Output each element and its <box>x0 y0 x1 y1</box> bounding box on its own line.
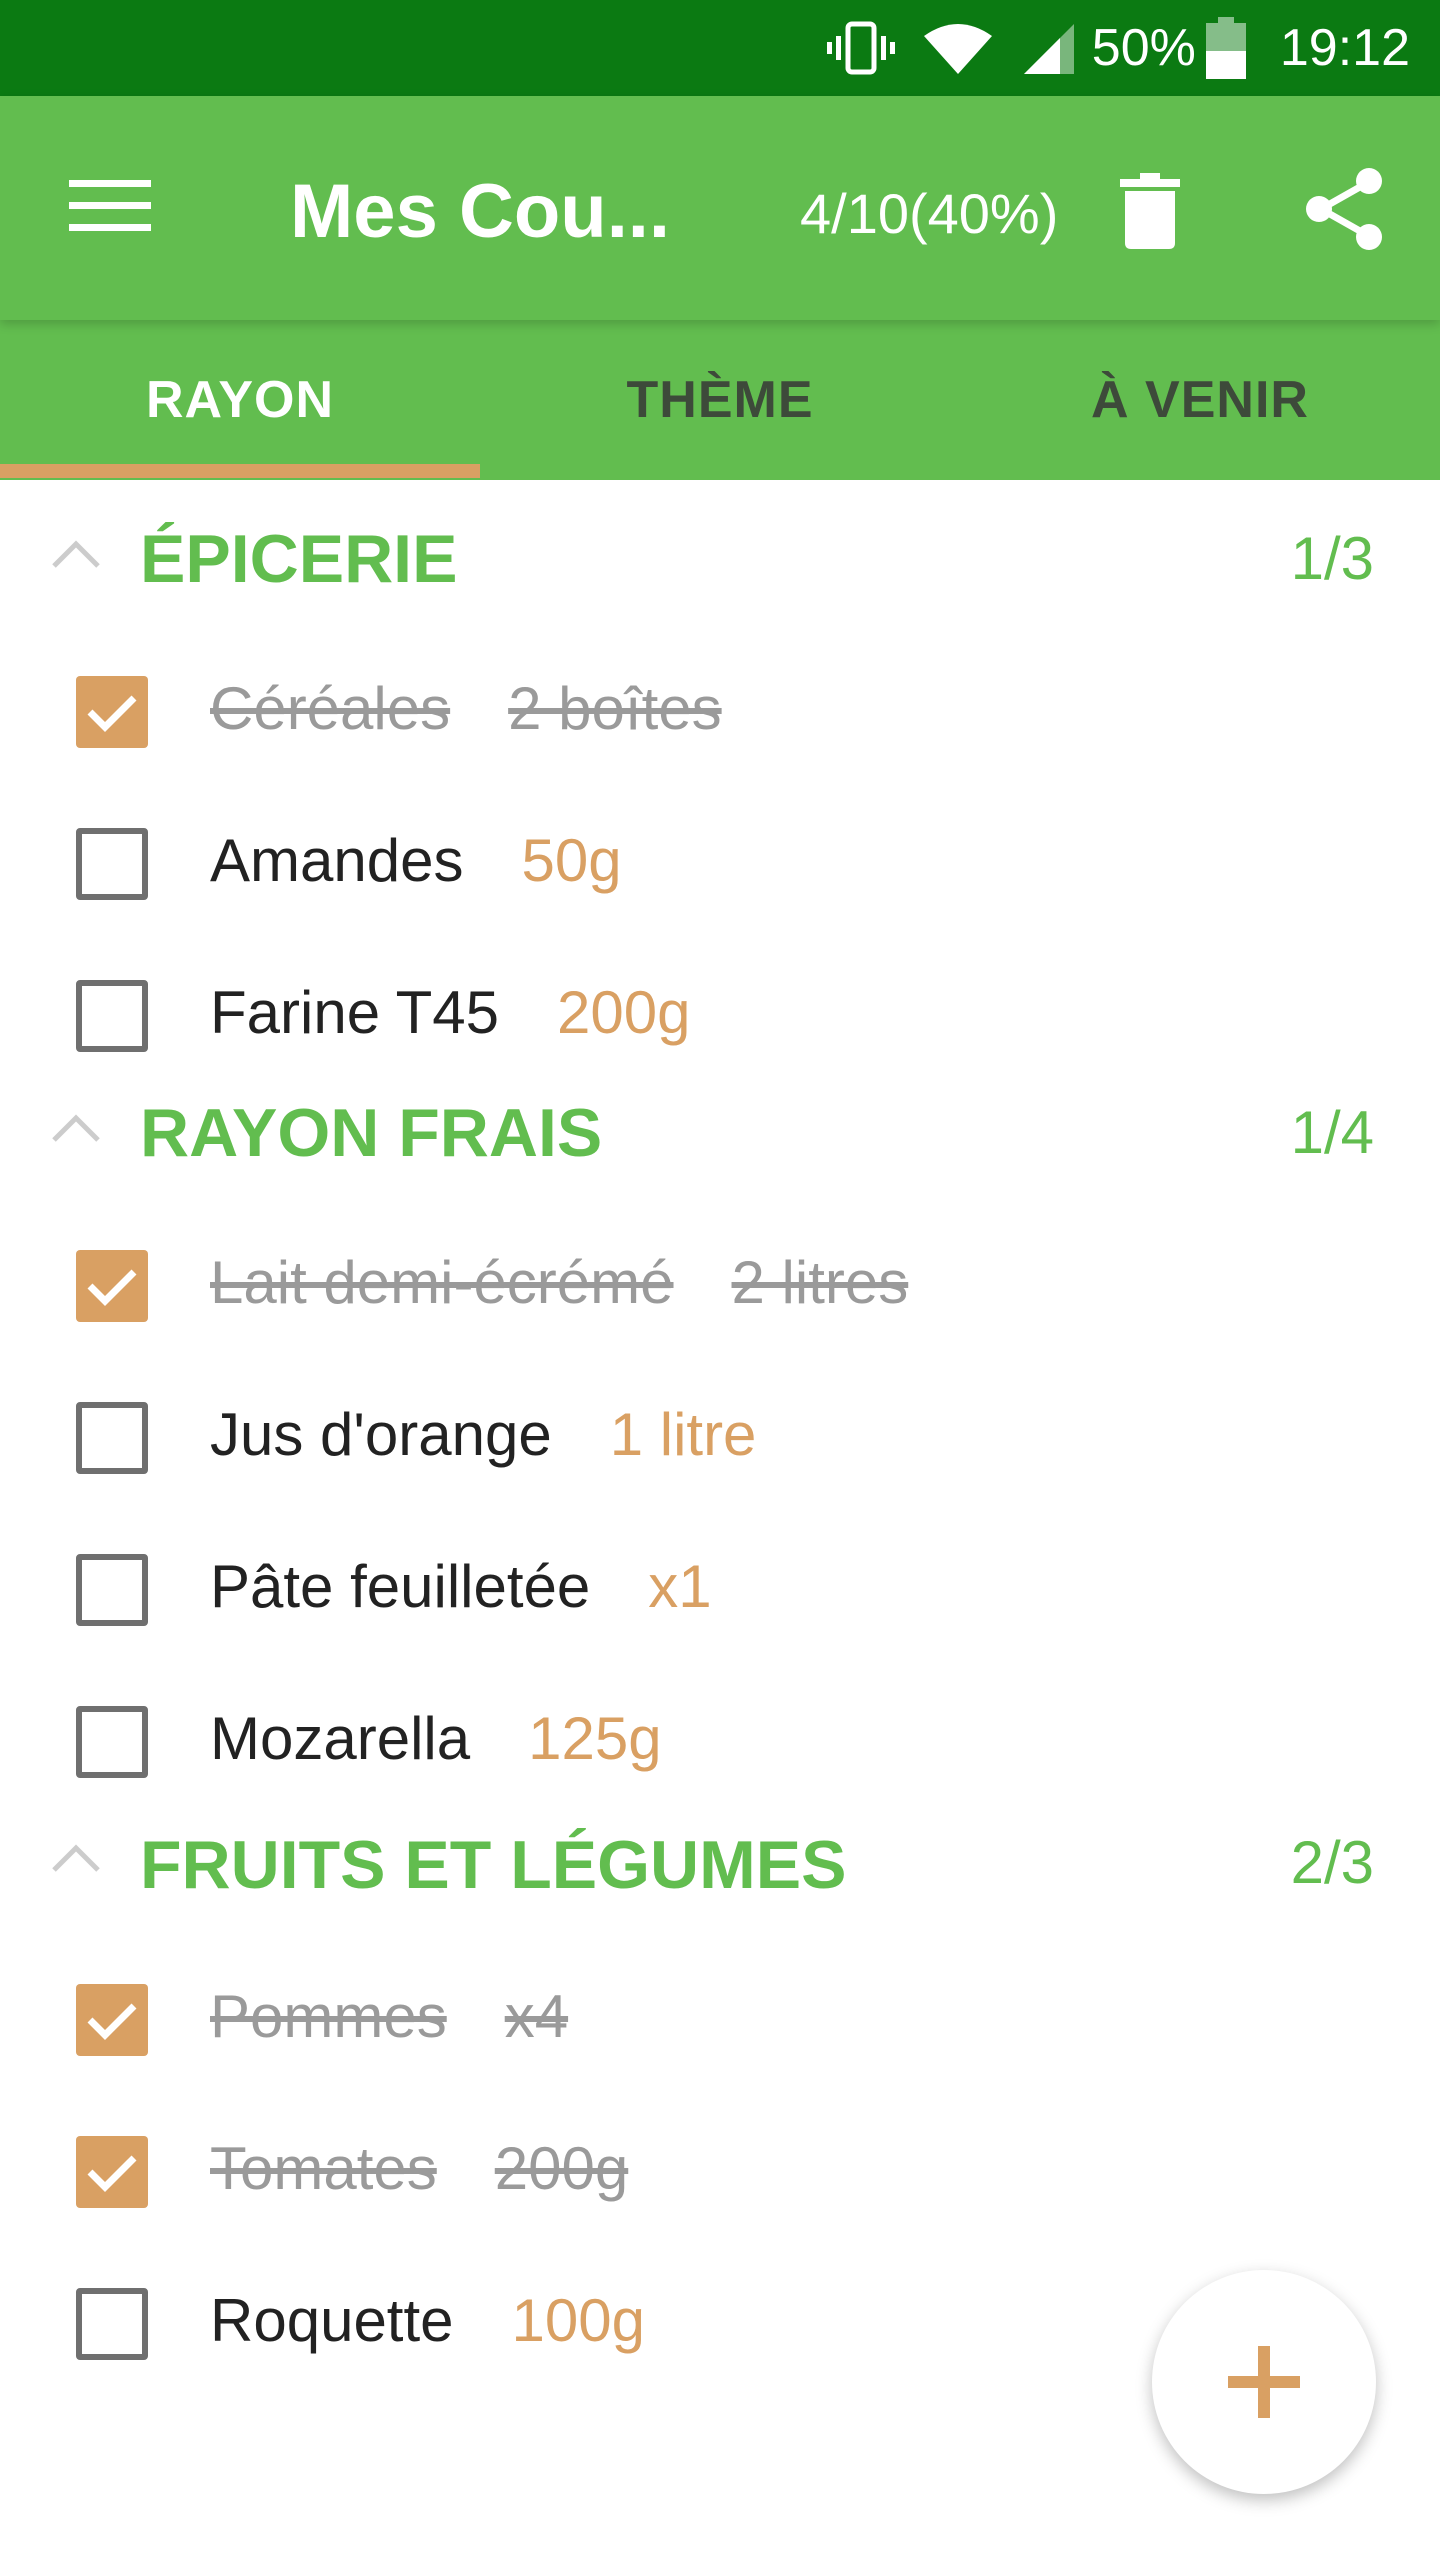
item-quantity: 2 boîtes <box>508 675 722 742</box>
check-icon <box>87 695 137 732</box>
tab-rayon[interactable]: RAYON <box>0 320 480 480</box>
item-name: Pâte feuilletée <box>210 1553 591 1620</box>
section-title: RAYON FRAIS <box>140 1095 603 1171</box>
tab-indicator <box>0 464 480 478</box>
list-item[interactable]: Céréales 2 boîtes <box>0 630 1440 782</box>
checkbox[interactable] <box>76 828 148 900</box>
wifi-icon <box>922 20 994 76</box>
add-item-button[interactable] <box>1152 2270 1376 2494</box>
chevron-up-icon <box>52 540 100 568</box>
checkbox[interactable] <box>76 980 148 1052</box>
list-item[interactable]: Tomates 200g <box>0 2090 1440 2242</box>
tab-bar: RAYON THÈME À VENIR <box>0 320 1440 480</box>
item-name: Pommes <box>210 1983 447 2050</box>
section-header-rayon-frais[interactable]: RAYON FRAIS 1/4 <box>0 1086 1440 1204</box>
check-icon <box>87 2003 137 2040</box>
list-item[interactable]: Jus d'orange 1 litre <box>0 1356 1440 1508</box>
check-icon <box>87 2155 137 2192</box>
item-name: Céréales <box>210 675 451 742</box>
vibrate-icon <box>826 18 896 78</box>
section-header-fruits-legumes[interactable]: FRUITS ET LÉGUMES 2/3 <box>0 1812 1440 1938</box>
item-quantity: x1 <box>648 1553 712 1620</box>
section-count: 1/4 <box>1290 1099 1374 1166</box>
list-item[interactable]: Lait demi-écrémé 2 litres <box>0 1204 1440 1356</box>
battery-icon <box>1205 17 1246 79</box>
item-quantity: 1 litre <box>609 1401 757 1468</box>
status-bar: 50% 19:12 <box>0 0 1440 96</box>
item-quantity: 125g <box>528 1705 662 1772</box>
section-title: FRUITS ET LÉGUMES <box>140 1827 847 1903</box>
share-icon <box>1306 168 1382 250</box>
item-name: Tomates <box>210 2135 437 2202</box>
app-bar: Mes Cou... 4/10(40%) <box>0 96 1440 320</box>
battery-percent: 50% <box>1091 19 1196 77</box>
item-quantity: 200g <box>494 2135 629 2202</box>
item-name: Jus d'orange <box>210 1401 552 1468</box>
item-name: Amandes <box>210 827 464 894</box>
delete-button[interactable] <box>1110 166 1190 256</box>
checkbox[interactable] <box>76 2288 148 2360</box>
tab-theme[interactable]: THÈME <box>480 320 960 480</box>
section-count: 2/3 <box>1290 1829 1374 1896</box>
checkbox-checked[interactable] <box>76 676 148 748</box>
list-item[interactable]: Pommes x4 <box>0 1938 1440 2090</box>
list-item[interactable]: Farine T45 200g <box>0 934 1440 1086</box>
item-quantity: 100g <box>511 2287 645 2354</box>
item-quantity: 2 litres <box>731 1249 909 1316</box>
tab-a-venir[interactable]: À VENIR <box>960 320 1440 480</box>
clock: 19:12 <box>1279 19 1410 77</box>
app-title: Mes Cou... <box>290 169 671 254</box>
item-name: Roquette <box>210 2287 454 2354</box>
progress-counter: 4/10(40%) <box>800 182 1059 245</box>
item-quantity: x4 <box>504 1983 569 2050</box>
item-name: Lait demi-écrémé <box>210 1249 674 1316</box>
section-header-epicerie[interactable]: ÉPICERIE 1/3 <box>0 478 1440 630</box>
shopping-list: ÉPICERIE 1/3 Céréales 2 boîtes Amandes 50g… <box>0 478 1440 2394</box>
share-button[interactable] <box>1300 164 1390 254</box>
section-count: 1/3 <box>1290 525 1374 592</box>
item-name: Mozarella <box>210 1705 471 1772</box>
item-quantity: 50g <box>521 827 622 894</box>
signal-icon <box>1020 20 1078 76</box>
checkbox[interactable] <box>76 1402 148 1474</box>
item-name: Farine T45 <box>210 979 500 1046</box>
chevron-up-icon <box>52 1844 100 1872</box>
checkbox[interactable] <box>76 1554 148 1626</box>
check-icon <box>87 1269 137 1306</box>
section-title: ÉPICERIE <box>140 521 458 597</box>
checkbox-checked[interactable] <box>76 1250 148 1322</box>
chevron-up-icon <box>52 1114 100 1142</box>
item-quantity: 200g <box>557 979 691 1046</box>
list-item[interactable]: Pâte feuilletée x1 <box>0 1508 1440 1660</box>
list-item[interactable]: Amandes 50g <box>0 782 1440 934</box>
plus-icon <box>1228 2346 1300 2418</box>
checkbox-checked[interactable] <box>76 2136 148 2208</box>
checkbox-checked[interactable] <box>76 1984 148 2056</box>
menu-icon <box>69 180 151 231</box>
trash-icon <box>1120 173 1180 249</box>
menu-button[interactable] <box>60 156 160 256</box>
checkbox[interactable] <box>76 1706 148 1778</box>
list-item[interactable]: Mozarella 125g <box>0 1660 1440 1812</box>
